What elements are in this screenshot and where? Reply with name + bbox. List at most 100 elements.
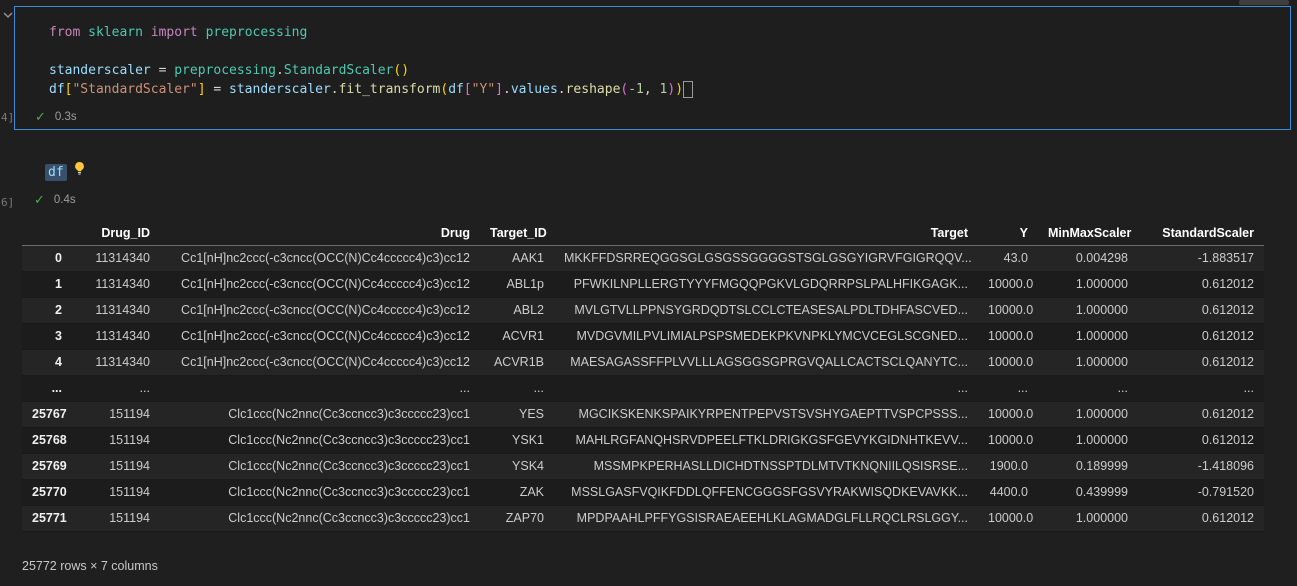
execution-count-cell2: 6]: [1, 196, 15, 209]
row-index-cell: 25768: [32, 433, 67, 447]
row-index-cell: 2: [55, 303, 62, 317]
column-header: Y: [978, 222, 1038, 246]
code-token: from: [49, 25, 81, 40]
table-cell: Cc1[nH]nc2ccc(-c3cncc(OCC(N)Cc4ccccc4)c3…: [181, 303, 470, 317]
code-editor-cell2[interactable]: df: [14, 150, 1291, 181]
table-cell: -0.791520: [1197, 485, 1254, 499]
code-token: [: [463, 82, 472, 97]
table-cell: 151194: [109, 459, 150, 473]
column-header: StandardScaler: [1138, 222, 1264, 246]
code-token: =: [150, 63, 175, 78]
code-line: df["StandardScaler"] = standerscaler.fit…: [49, 80, 1290, 99]
table-cell: ...: [957, 381, 968, 395]
table-cell: ACVR1B: [493, 355, 544, 369]
code-token: df: [49, 82, 65, 97]
code-line: standerscaler = preprocessing.StandardSc…: [49, 61, 1290, 80]
code-token: standerscaler: [49, 63, 151, 78]
table-cell: 11314340: [95, 355, 150, 369]
table-cell: 43.0: [1003, 251, 1028, 265]
table-cell: MSSMPKPERHASLLDICHDTNSSPTDLMTVTKNQNIILQS…: [593, 459, 968, 473]
code-token: import: [150, 25, 198, 40]
table-cell: Clc1ccc(Nc2nnc(Cc3ccncc3)c3ccccc23)cc1: [228, 485, 470, 499]
table-row: 25770 151194 Clc1ccc(Nc2nnc(Cc3ccncc3)c3cc…: [22, 479, 1264, 506]
table-cell: Clc1ccc(Nc2nnc(Cc3ccncc3)c3ccccc23)cc1: [228, 433, 470, 447]
table-cell: 11314340: [95, 251, 150, 265]
row-index-cell: 25770: [32, 485, 67, 499]
code-editor-cell1[interactable]: from sklearn import preprocessing stande…: [15, 7, 1290, 99]
code-token: ]: [197, 82, 206, 97]
code-token: -1: [628, 82, 644, 97]
cursor-box: [683, 81, 694, 98]
table-cell: 10000.0: [988, 303, 1034, 317]
code-token: df: [448, 82, 464, 97]
table-cell: 151194: [109, 485, 150, 499]
code-token: .: [557, 82, 566, 97]
table-cell: 151194: [109, 433, 150, 447]
code-token: values: [510, 82, 558, 97]
table-cell: MPDPAAHLPFFYGSISRAEAEEHLKLAGMADGLFLLRQCL…: [576, 511, 968, 525]
table-row: 4 11314340 Cc1[nH]nc2ccc(-c3cncc(OCC(N)Cc4…: [22, 349, 1264, 376]
table-cell: 0.612012: [1201, 407, 1254, 421]
table-header-row: Drug_ID Drug Target_ID Target Y MinMaxScaler S…: [22, 222, 1264, 246]
code-token: =: [205, 82, 230, 97]
code-token: "StandardScaler": [72, 82, 198, 97]
table-cell: 0.612012: [1201, 277, 1254, 291]
code-token: standerscaler: [229, 82, 331, 97]
row-index-cell: 25767: [32, 407, 67, 421]
code-line: from sklearn import preprocessing: [49, 23, 1290, 42]
table-cell: PFWKILNPLLERGTYYYFMGQQPGKVLGDQRRPSLPALHF…: [573, 277, 968, 291]
table-row: 3 11314340 Cc1[nH]nc2ccc(-c3cncc(OCC(N)Cc4…: [22, 323, 1264, 350]
success-check-icon: ✓: [34, 192, 45, 207]
code-cell-1[interactable]: from sklearn import preprocessing stande…: [14, 6, 1291, 130]
dataframe-table: Drug_ID Drug Target_ID Target Y MinMaxScaler S…: [22, 222, 1264, 532]
lightbulb-icon[interactable]: [73, 161, 86, 182]
code-token: ]: [495, 82, 503, 97]
table-cell: YES: [518, 407, 544, 421]
table-cell: 1.000000: [1075, 407, 1128, 421]
column-header: Target: [554, 222, 978, 246]
table-cell: Cc1[nH]nc2ccc(-c3cncc(OCC(N)Cc4ccccc4)c3…: [181, 251, 470, 265]
table-cell: 0.439999: [1075, 485, 1128, 499]
notebook-editor: 4] 6] from sklearn import preprocessing …: [0, 0, 1297, 586]
table-cell: Cc1[nH]nc2ccc(-c3cncc(OCC(N)Cc4ccccc4)c3…: [181, 277, 470, 291]
column-header: Drug: [160, 222, 480, 246]
table-cell: 4400.0: [989, 485, 1028, 499]
table-cell: 1.000000: [1075, 433, 1128, 447]
table-cell: 10000.0: [988, 511, 1034, 525]
table-cell: 0.612012: [1201, 329, 1254, 343]
table-cell: Clc1ccc(Nc2nnc(Cc3ccncc3)c3ccccc23)cc1: [228, 511, 470, 525]
table-cell: 11314340: [95, 277, 150, 291]
table-cell: 0.612012: [1201, 511, 1254, 525]
table-cell: 1.000000: [1075, 355, 1128, 369]
code-token: ,: [643, 82, 660, 97]
table-cell: ABL2: [513, 303, 544, 317]
table-cell: Cc1[nH]nc2ccc(-c3cncc(OCC(N)Cc4ccccc4)c3…: [181, 329, 470, 343]
code-token: .: [275, 63, 284, 78]
table-cell: ...: [1117, 381, 1128, 395]
horizontal-scrollbar-thumb[interactable]: [1239, 0, 1289, 5]
table-cell: 10000.0: [988, 433, 1034, 447]
table-cell: MSSLGASFVQIKFDDLQFFENCGGGSFGSVYRAKWISQDK…: [571, 485, 968, 499]
table-row: 25771 151194 Clc1ccc(Nc2nnc(Cc3ccncc3)c3cc…: [22, 505, 1264, 532]
chevron-down-icon[interactable]: [2, 8, 14, 26]
table-row: ........................: [22, 375, 1264, 402]
code-cell-2[interactable]: df ✓ 0.4s: [14, 150, 1291, 212]
table-cell: MGCIKSKENKSPAIKYRPENTPEPVSTSVSHYGAEPTTVS…: [578, 407, 968, 421]
table-cell: 10000.0: [988, 355, 1034, 369]
table-cell: YSK1: [512, 433, 544, 447]
table-cell: 0.612012: [1201, 433, 1254, 447]
table-cell: MAESAGASSFFPLVVLLLAGSGGSGPRGVQALLCACTSCL…: [570, 355, 968, 369]
execution-time: 0.4s: [53, 193, 76, 206]
df-token[interactable]: df: [45, 163, 67, 181]
code-token: .: [502, 82, 511, 97]
column-header: Target_ID: [480, 222, 554, 246]
table-cell: ...: [459, 381, 470, 395]
table-cell: 11314340: [95, 329, 150, 343]
code-token: preprocessing: [205, 25, 308, 40]
table-cell: ...: [1243, 381, 1254, 395]
table-cell: ...: [139, 381, 150, 395]
table-cell: 11314340: [95, 303, 150, 317]
table-cell: ZAK: [519, 485, 544, 499]
